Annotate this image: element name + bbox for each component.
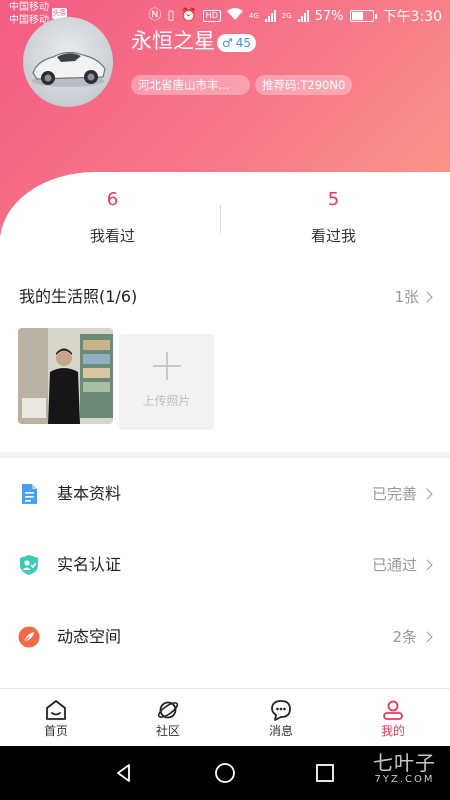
viewed-stat[interactable]: 6 我看过 (0, 188, 225, 246)
menu-status: 已完善 (372, 483, 433, 505)
tab-label: 首页 (43, 724, 68, 738)
tab-label: 我的 (380, 724, 405, 738)
viewers-count: 5 (327, 189, 340, 210)
planet-icon (157, 701, 179, 719)
menu-label: 基本资料 (57, 484, 122, 503)
tab-label: 消息 (268, 724, 293, 738)
home-icon (46, 700, 66, 720)
alarm-icon: ⏰ (180, 8, 197, 23)
tab-messages[interactable]: 消息 (225, 689, 337, 747)
signal-icon-1 (264, 10, 276, 22)
tab-home[interactable]: 首页 (0, 689, 112, 747)
nickname: 永恒之星 (131, 29, 215, 53)
menu-label: 实名认证 (57, 555, 122, 574)
life-photos-title: 我的生活照(1/6) (19, 287, 138, 306)
sports-car-image (32, 51, 106, 87)
referral-code-tag: 推荐码:T290N0 (255, 75, 353, 95)
system-navigation-bar: 七叶子 7YZ.COM (0, 746, 450, 800)
person-photo-image (18, 328, 113, 424)
chevron-right-icon (421, 631, 433, 643)
upload-photo-label: 上传照片 (142, 394, 191, 408)
chevron-right-icon (421, 559, 433, 571)
battery-icon (349, 10, 377, 22)
battery-percent: 57% (314, 8, 344, 24)
photos-count: 1张 (394, 288, 419, 306)
menu-item-real-name-verification[interactable]: 实名认证 已通过 (0, 541, 450, 591)
viewers-label: 看过我 (310, 227, 356, 245)
chat-icon (271, 700, 291, 721)
age-value: 45 (235, 36, 252, 50)
watermark-logo: 七叶子 7YZ.COM (373, 751, 436, 785)
network-type-2: 2G (281, 11, 292, 20)
viewers-stat[interactable]: 5 看过我 (221, 188, 446, 246)
tab-mine[interactable]: 我的 (337, 689, 449, 747)
vibrate-icon: ▯ (167, 8, 175, 23)
upload-photo-button[interactable]: 上传照片 (119, 334, 214, 430)
gender-age-badge: ♂ 45 (217, 34, 257, 52)
hd-icon: HD (202, 10, 221, 22)
menu-status: 2条 (392, 626, 433, 648)
menu-status: 已通过 (372, 554, 433, 576)
location-tag: 河北省唐山市丰... (131, 75, 250, 95)
document-icon (22, 484, 37, 504)
menu-item-basic-info[interactable]: 基本资料 已完善 (0, 470, 450, 520)
bottom-tab-bar: 首页 社区 消息 我的 (0, 688, 450, 746)
feather-icon (18, 626, 40, 648)
menu-item-moments-space[interactable]: 动态空间 2条 (0, 613, 450, 663)
avatar[interactable] (23, 17, 113, 107)
tab-label: 社区 (155, 724, 180, 738)
viewed-label: 我看过 (89, 227, 135, 245)
viewed-count: 6 (106, 189, 119, 210)
section-divider (0, 452, 450, 458)
chevron-right-icon (421, 488, 433, 500)
signal-icon-2 (297, 10, 309, 22)
male-icon: ♂ (222, 36, 233, 50)
back-icon[interactable] (112, 761, 136, 785)
network-type-1: 4G (248, 11, 259, 20)
home-circle-icon[interactable] (213, 761, 237, 785)
tab-community[interactable]: 社区 (112, 689, 224, 747)
life-photo-thumbnail[interactable] (18, 328, 113, 424)
recent-apps-icon[interactable] (313, 761, 337, 785)
wifi-icon (226, 7, 243, 25)
plus-icon (153, 352, 181, 380)
id-shield-icon (20, 555, 38, 575)
clock: 下午3:30 (382, 9, 442, 25)
nfc-icon: Ⓝ (148, 8, 162, 23)
carrier-label-1: 中国移动 (9, 2, 49, 13)
life-photos-more[interactable]: 1张 (394, 286, 433, 308)
user-icon (383, 700, 403, 720)
menu-label: 动态空间 (57, 627, 122, 646)
chevron-right-icon (421, 291, 433, 303)
